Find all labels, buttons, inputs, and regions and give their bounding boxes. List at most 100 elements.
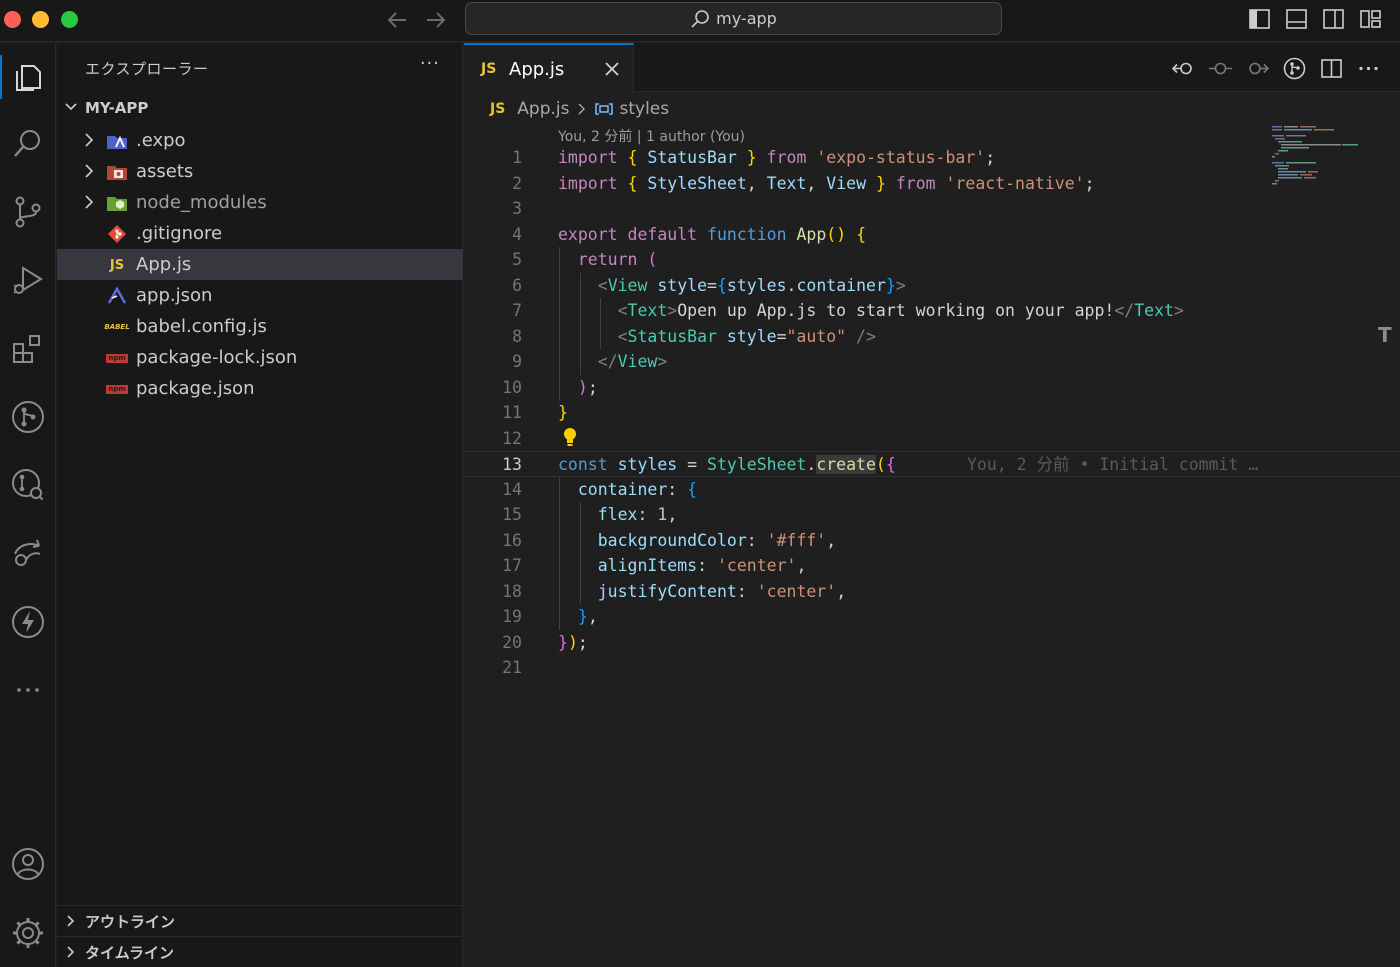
- tree-item-label: assets: [136, 161, 194, 182]
- workspace-root[interactable]: MY-APP: [57, 94, 463, 122]
- gitlens-icon[interactable]: [1283, 55, 1306, 81]
- tree-item-label: app.json: [136, 285, 213, 306]
- lightbulb-icon[interactable]: [561, 427, 579, 447]
- assets-folder-icon: [106, 162, 128, 182]
- activity-bar: [0, 43, 56, 967]
- code-line: 12: [502, 428, 522, 448]
- npm-icon: npm: [106, 384, 128, 394]
- close-window-button[interactable]: [4, 11, 21, 28]
- remote-explorer-icon[interactable]: [0, 527, 56, 579]
- explorer-title: エクスプローラー: [85, 60, 209, 78]
- lightning-icon[interactable]: [0, 596, 56, 648]
- settings-gear-icon[interactable]: [0, 907, 56, 959]
- git-graph-icon[interactable]: [0, 391, 56, 443]
- npm-icon: npm: [106, 353, 128, 363]
- tree-item-babel-config[interactable]: BABEL babel.config.js: [57, 311, 463, 342]
- extensions-icon[interactable]: [0, 323, 56, 375]
- close-icon[interactable]: [604, 61, 620, 77]
- explorer-icon[interactable]: [0, 51, 56, 103]
- overview-ruler-marker[interactable]: T: [1378, 323, 1392, 347]
- js-icon: JS: [109, 257, 125, 273]
- code-line: 5 return (: [512, 250, 658, 269]
- forward-arrow-icon[interactable]: [421, 7, 449, 33]
- git-next-change-icon[interactable]: [1246, 55, 1269, 81]
- tree-item-label: App.js: [136, 254, 192, 275]
- tree-item-label: babel.config.js: [136, 316, 267, 337]
- back-arrow-icon[interactable]: [384, 7, 412, 33]
- maximize-window-button[interactable]: [61, 11, 78, 28]
- search-icon: [691, 9, 709, 28]
- code-line: 8 <StatusBar style="auto" />: [512, 326, 876, 346]
- codelens-blame[interactable]: You, 2 分前 | 1 author (You): [558, 126, 745, 146]
- more-views-icon[interactable]: [0, 664, 56, 716]
- account-icon[interactable]: [0, 838, 56, 890]
- tree-item-label: .gitignore: [136, 223, 223, 244]
- search-icon[interactable]: [0, 118, 56, 170]
- code-line: 20});: [502, 632, 588, 652]
- code-line: 19 },: [502, 607, 598, 626]
- git-previous-change-icon[interactable]: [1172, 55, 1195, 81]
- code-line: 15 flex: 1,: [502, 505, 678, 524]
- babel-icon: BABEL: [104, 323, 130, 331]
- breadcrumb-file[interactable]: App.js: [517, 99, 569, 119]
- split-editor-icon[interactable]: [1320, 55, 1343, 81]
- code-line: 14 container: {: [502, 479, 698, 499]
- variable-symbol-icon: [594, 103, 613, 115]
- chevron-right-icon: [57, 945, 85, 959]
- breadcrumb: JS App.js styles: [490, 99, 669, 119]
- js-icon: JS: [481, 61, 497, 77]
- minimap[interactable]: [1270, 125, 1366, 185]
- more-actions-icon[interactable]: [1357, 55, 1380, 81]
- outline-label: アウトライン: [85, 912, 176, 931]
- tree-item-app-json[interactable]: app.json: [57, 280, 463, 311]
- tree-item-app-js[interactable]: JS App.js: [57, 249, 463, 280]
- chevron-right-icon: [81, 131, 97, 149]
- code-line: 21: [502, 658, 522, 677]
- tree-item-package-lock[interactable]: npm package-lock.json: [57, 342, 463, 373]
- tree-item-assets[interactable]: assets: [57, 156, 463, 187]
- run-debug-icon[interactable]: [0, 254, 56, 306]
- tab-bar: JS App.js: [464, 43, 1400, 93]
- git-commit-icon[interactable]: [1209, 55, 1232, 81]
- breadcrumb-symbol[interactable]: styles: [620, 99, 670, 119]
- command-center-search[interactable]: my-app: [465, 2, 1002, 35]
- timeline-label: タイムライン: [85, 943, 174, 962]
- code-line: 16 backgroundColor: '#fff',: [502, 530, 837, 550]
- tab-app-js[interactable]: JS App.js: [464, 43, 634, 93]
- code-line: 11}: [502, 403, 568, 422]
- tree-item-package-json[interactable]: npm package.json: [57, 373, 463, 404]
- tree-item-gitignore[interactable]: .gitignore: [57, 218, 463, 249]
- tree-item-label: .expo: [136, 130, 186, 151]
- toggle-panel-icon[interactable]: [1285, 6, 1308, 32]
- outline-section-header[interactable]: アウトライン: [57, 905, 463, 936]
- code-line: 17 alignItems: 'center',: [502, 556, 807, 575]
- node-folder-icon: [106, 193, 128, 213]
- code-line: 9 </View>: [512, 352, 668, 371]
- chevron-right-icon: [578, 103, 585, 115]
- source-control-icon[interactable]: [0, 186, 56, 238]
- explorer-more-actions[interactable]: ···: [420, 53, 440, 74]
- code-line: 6 <View style={styles.container}>: [512, 275, 906, 295]
- toggle-secondary-sidebar-icon[interactable]: [1322, 6, 1345, 32]
- search-label: my-app: [716, 9, 777, 28]
- git-history-icon[interactable]: [0, 459, 56, 511]
- tree-item-expo[interactable]: .expo: [57, 125, 463, 156]
- toggle-primary-sidebar-icon[interactable]: [1248, 6, 1271, 32]
- expo-folder-icon: [106, 131, 128, 151]
- chevron-right-icon: [81, 193, 97, 211]
- code-line-current: 13 const styles = StyleSheet.create({You,…: [464, 451, 1400, 477]
- timeline-section-header[interactable]: タイムライン: [57, 936, 463, 967]
- customize-layout-icon[interactable]: [1359, 6, 1382, 32]
- expo-icon: [106, 286, 128, 306]
- title-bar: my-app: [0, 0, 1400, 42]
- code-line: 3: [512, 199, 522, 218]
- tab-label: App.js: [509, 59, 565, 80]
- explorer-sidebar: エクスプローラー ··· MY-APP .expo assets node_mo…: [57, 43, 463, 967]
- tree-item-node-modules[interactable]: node_modules: [57, 187, 463, 218]
- chevron-right-icon: [57, 914, 85, 928]
- tree-item-label: package.json: [136, 378, 255, 399]
- minimize-window-button[interactable]: [32, 11, 49, 28]
- code-line: 7 <Text>Open up App.js to start working …: [512, 301, 1184, 320]
- git-icon: [106, 224, 128, 244]
- code-line: 2 import { StyleSheet, Text, View } from …: [512, 173, 1095, 193]
